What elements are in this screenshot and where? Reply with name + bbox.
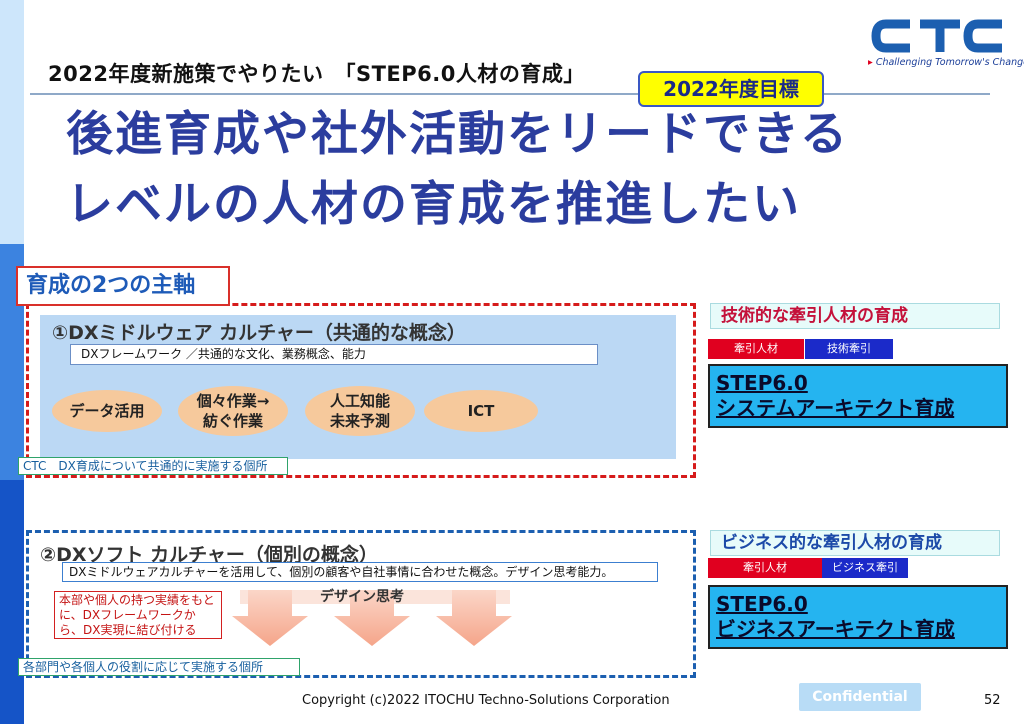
logo-tagline: ▸ Challenging Tomorrow's Changes [868, 57, 1024, 68]
system-architect-title: システムアーキテクト育成 [716, 396, 955, 420]
confidential-badge: Confidential [799, 683, 921, 711]
axes-label: 育成の2つの主軸 [16, 266, 230, 306]
system-architect-step: STEP6.0 [716, 371, 808, 395]
achievement-note: 本部や個人の持つ実績をもとに、DXフレームワークから、DX実現に結び付ける [54, 591, 222, 639]
oval-data-utilization: データ活用 [52, 390, 162, 432]
dx-soft-footer: 各部門や各個人の役割に応じて実施する個所 [18, 658, 300, 676]
business-architect-box: STEP6.0 ビジネスアーキテクト育成 [708, 585, 1008, 649]
biz-lead-tag: ビジネス牽引 [822, 558, 908, 578]
oval-ict: ICT [424, 390, 538, 432]
headline: 後進育成や社外活動をリードできる レベルの人材の育成を推進したい [66, 100, 966, 240]
system-architect-box: STEP6.0 システムアーキテクト育成 [708, 364, 1008, 428]
tech-lead-tag: 技術牽引 [805, 339, 893, 359]
oval-ai-forecast: 人工知能 未来予測 [305, 386, 415, 436]
page-number: 52 [984, 693, 1001, 708]
ctc-logo: ▸ Challenging Tomorrow's Changes [868, 14, 1024, 72]
dx-middleware-footer: CTC DX育成について共通的に実施する個所 [18, 457, 288, 475]
headline-line-2: レベルの人材の育成を推進したい [66, 177, 801, 232]
tech-leader-tag: 牽引人材 [708, 339, 804, 359]
dx-middleware-title: ①DXミドルウェア カルチャー（共通的な概念） [52, 322, 466, 344]
business-architect-title: ビジネスアーキテクト育成 [716, 617, 955, 641]
oval-task-weaving: 個々作業→ 紡ぐ作業 [178, 386, 288, 436]
copyright: Copyright (c)2022 ITOCHU Techno-Solution… [302, 693, 670, 708]
ctc-logo-mark [871, 19, 1002, 53]
biz-leader-tag: 牽引人材 [708, 558, 822, 578]
accent-bar-top [0, 0, 24, 244]
design-thinking-label: デザイン思考 [320, 589, 404, 605]
header-divider [30, 93, 990, 95]
dx-framework-note: DXフレームワーク ／共通的な文化、業務概念、能力 [70, 344, 598, 365]
tech-leader-heading: 技術的な牽引人材の育成 [710, 303, 1000, 329]
dx-soft-note: DXミドルウェアカルチャーを活用して、個別の顧客や自社事情に合わせた概念。デザイ… [62, 562, 658, 582]
biz-leader-heading: ビジネス的な牽引人材の育成 [710, 530, 1000, 556]
headline-line-1: 後進育成や社外活動をリードできる [66, 107, 850, 162]
business-architect-step: STEP6.0 [716, 592, 808, 616]
accent-bar-bottom [0, 480, 24, 724]
slide-subtitle: 2022年度新施策でやりたい 「STEP6.0人材の育成」 [48, 62, 585, 86]
